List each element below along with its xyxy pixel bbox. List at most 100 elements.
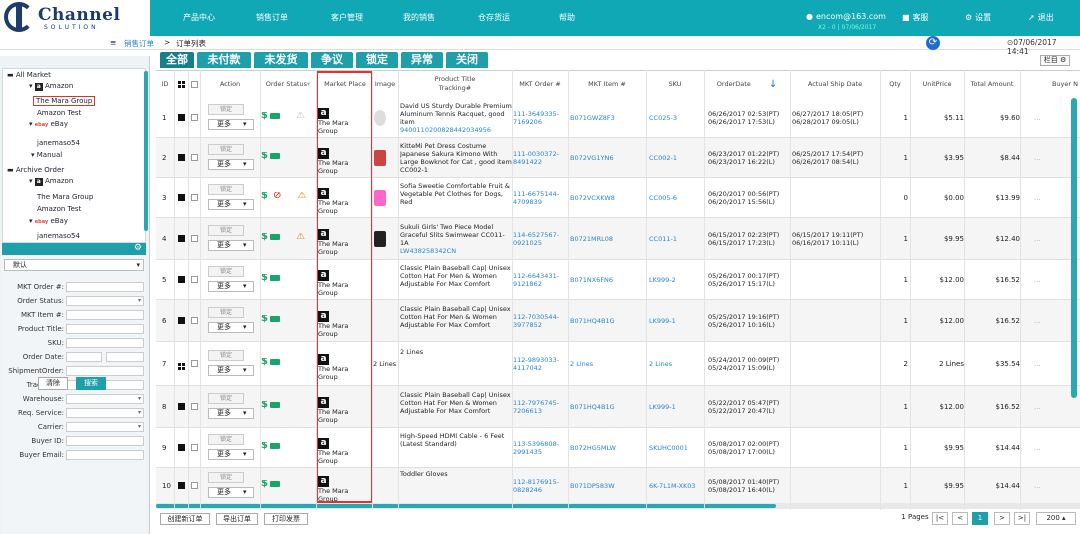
mkt-item-link[interactable]: B071GWZ8F3	[570, 114, 646, 122]
warning-icon[interactable]: ⚠	[298, 192, 307, 201]
product-title-cell[interactable]: David US Sturdy Durable Premium Aluminum…	[400, 102, 512, 134]
single-item-icon[interactable]	[178, 194, 185, 201]
logout-link[interactable]: ➚ 退出	[1028, 12, 1054, 23]
lock-button[interactable]: 锁定	[208, 266, 244, 277]
row-checkbox[interactable]	[191, 482, 198, 491]
product-title[interactable]: KitteMi Pet Dress Costume Japanese Sakur…	[400, 142, 512, 174]
warning-icon[interactable]: ⚠	[296, 112, 305, 121]
product-thumbnail[interactable]	[374, 110, 386, 126]
refresh-icon[interactable]: ⟳	[926, 36, 940, 50]
lock-button[interactable]: 锁定	[208, 393, 244, 404]
more-dropdown[interactable]: 更多 ▾	[208, 159, 254, 170]
single-item-icon[interactable]	[178, 444, 185, 451]
clear-button[interactable]: 清除	[38, 377, 68, 390]
product-title-cell[interactable]: Classic Plain Baseball Cap| Unisex Cotto…	[400, 264, 512, 296]
mkt-order-link[interactable]: 111-3649335-7169206	[513, 110, 567, 126]
row-select-checkbox[interactable]	[191, 276, 198, 283]
tracking-number[interactable]: 9400110200828442034956	[400, 126, 491, 134]
tree-ebay[interactable]: ▾ ebay eBay	[29, 120, 68, 128]
product-title-cell[interactable]: 2 Lines	[400, 348, 512, 380]
export-orders-button[interactable]: 导出订单	[216, 513, 258, 525]
row-checkbox[interactable]	[191, 403, 198, 412]
row-checkbox[interactable]	[191, 360, 198, 369]
user-email-link[interactable]: ● encom@163.com	[806, 12, 886, 21]
mkt-item-link[interactable]: B072VG1YN6	[570, 154, 646, 162]
row-checkbox[interactable]	[191, 194, 198, 203]
tree-archive-amazon-test[interactable]: Amazon Test	[37, 205, 81, 213]
page-size-select[interactable]: 200 ▴	[1036, 512, 1076, 525]
lock-button[interactable]: 锁定	[208, 434, 244, 445]
more-dropdown[interactable]: 更多 ▾	[208, 365, 254, 376]
row-checkbox[interactable]	[191, 114, 198, 123]
tab-unshipped[interactable]: 未发货	[254, 52, 308, 68]
sku-link[interactable]: LK999-1	[649, 317, 705, 325]
vertical-scrollbar[interactable]	[1071, 98, 1077, 398]
table-row[interactable]: 5 锁定 更多 ▾ $ a The Mara Group Classic Plain Bas…	[156, 260, 1080, 300]
prev-page-button[interactable]: <	[952, 512, 968, 525]
tree-mara-group[interactable]: The Mara Group	[33, 96, 96, 106]
mkt-item-link[interactable]: B071NX6FN6	[570, 276, 646, 284]
mkt-order-link[interactable]: 112-7976745-7206613	[513, 399, 567, 415]
row-checkbox[interactable]	[191, 276, 198, 285]
mkt-item-link[interactable]: B071HQ4B1G	[570, 403, 646, 411]
tree-amazon[interactable]: ▾ a Amazon	[29, 82, 73, 91]
header-order-date[interactable]: OrderDate ↓	[704, 70, 790, 98]
row-select-checkbox[interactable]	[191, 194, 198, 201]
columns-button[interactable]: 栏目 ⚙	[1040, 55, 1070, 66]
single-item-icon[interactable]	[178, 154, 185, 161]
settings-link[interactable]: ⚙ 设置	[965, 12, 991, 23]
more-dropdown[interactable]: 更多 ▾	[208, 449, 254, 460]
mkt-item-link[interactable]: B0721MRL08	[570, 235, 646, 243]
table-row[interactable]: 9 锁定 更多 ▾ $ a The Mara Group High-Speed HDMI C…	[156, 428, 1080, 468]
sort-desc-icon[interactable]: ↓	[769, 79, 777, 89]
lock-button[interactable]: 锁定	[208, 350, 244, 361]
filter-preset-select[interactable]: 默认 ▾	[4, 259, 144, 271]
row-checkbox[interactable]	[191, 154, 198, 163]
mkt-item-link[interactable]: B072VCXKW8	[570, 194, 646, 202]
sku-link[interactable]: 6K-7L1M-XK03	[649, 482, 705, 490]
tree-all-market[interactable]: ▬ All Market	[7, 71, 51, 79]
product-title-cell[interactable]: Classic Plain Baseball Cap| Unisex Cotto…	[400, 391, 512, 423]
input-buyer-email[interactable]	[66, 450, 144, 460]
sku-link[interactable]: CC002-1	[649, 154, 705, 162]
row-select-checkbox[interactable]	[191, 482, 198, 489]
breadcrumb-root[interactable]: 销售订单	[124, 38, 154, 49]
product-title-cell[interactable]: Toddler Gloves	[400, 470, 512, 502]
header-qty[interactable]: Qty	[880, 70, 910, 98]
tree-archive-janemaso[interactable]: janemaso54	[37, 232, 80, 240]
row-select-checkbox[interactable]	[191, 235, 198, 242]
create-order-button[interactable]: 创建新订单	[160, 513, 210, 525]
current-page-button[interactable]: 1	[972, 512, 988, 525]
row-select-checkbox[interactable]	[191, 114, 198, 121]
support-link[interactable]: ■ 客服	[902, 12, 929, 23]
print-invoice-button[interactable]: 打印发票	[264, 513, 308, 525]
sku-link[interactable]: CC005-6	[649, 194, 705, 202]
product-title-cell[interactable]: KitteMi Pet Dress Costume Japanese Sakur…	[400, 142, 512, 174]
sku-link[interactable]: CC011-1	[649, 235, 705, 243]
first-page-button[interactable]: |<	[932, 512, 948, 525]
scrollbar-thumb[interactable]	[156, 504, 776, 508]
input-mkt-item[interactable]	[66, 310, 144, 320]
product-title-cell[interactable]: High-Speed HDMI Cable - 6 Feet (Latest S…	[400, 432, 512, 464]
tab-unpaid[interactable]: 未付款	[197, 52, 251, 68]
input-buyer-id[interactable]	[66, 436, 144, 446]
header-select-all[interactable]	[188, 70, 200, 98]
tab-dispute[interactable]: 争议	[311, 52, 353, 68]
next-page-button[interactable]: >	[994, 512, 1010, 525]
lock-button[interactable]: 锁定	[208, 307, 244, 318]
select-carrier[interactable]: ▾	[66, 422, 144, 432]
header-id[interactable]: ID	[156, 70, 174, 98]
tracking-number[interactable]: LW438258342CN	[400, 247, 456, 255]
nav-my-sales[interactable]: 我的销售	[403, 12, 435, 23]
more-dropdown[interactable]: 更多 ▾	[208, 487, 254, 498]
lock-button[interactable]: 锁定	[208, 104, 244, 115]
mkt-order-link[interactable]: 113-5396808-2991435	[513, 440, 567, 456]
header-mkt-item[interactable]: MKT Item #	[568, 70, 646, 98]
header-sku[interactable]: SKU	[646, 70, 704, 98]
table-row[interactable]: 4 锁定 更多 ▾ $ ⚠ a The Mara Group Sukuli Girls' Tw…	[156, 218, 1080, 260]
product-title[interactable]: Classic Plain Baseball Cap| Unisex Cotto…	[400, 264, 511, 288]
sku-link[interactable]: SKUHC0001	[649, 444, 705, 452]
product-thumbnail[interactable]	[374, 190, 386, 206]
warning-icon[interactable]: ⚠	[296, 233, 305, 242]
more-dropdown[interactable]: 更多 ▾	[208, 322, 254, 333]
